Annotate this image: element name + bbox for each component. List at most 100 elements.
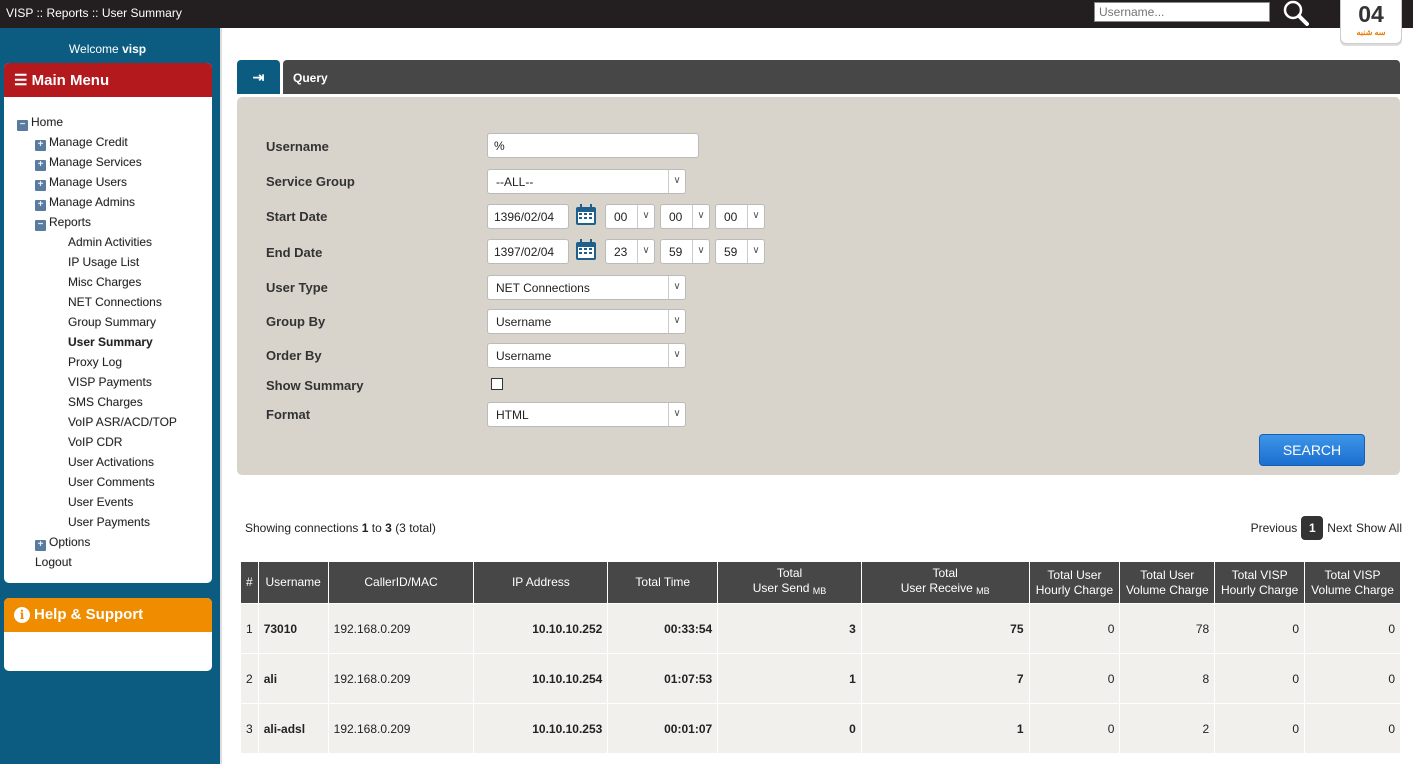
end-minute-value: 59 — [669, 245, 683, 259]
sidebar-item-group-summary[interactable]: Group Summary — [68, 315, 156, 329]
show-summary-checkbox[interactable] — [491, 378, 503, 390]
end-second-select[interactable]: 59 ∨ — [715, 239, 765, 264]
sidebar: Welcome visp ☰ Main Menu − Home + Manage Cr… — [0, 28, 220, 764]
sidebar-item-label: User Summary — [68, 335, 153, 349]
expand-icon[interactable]: + — [35, 140, 46, 151]
sidebar-item-visp-payments[interactable]: VISP Payments — [68, 375, 152, 389]
start-minute-select[interactable]: 00 ∨ — [660, 204, 710, 229]
table-cell: 0 — [1028, 653, 1121, 704]
calendar-icon[interactable] — [575, 204, 597, 226]
collapse-icon[interactable]: − — [35, 220, 46, 231]
column-header: # — [240, 561, 259, 604]
end-date-field[interactable]: 1397/02/04 — [487, 239, 569, 264]
table-cell: 01:07:53 — [607, 653, 719, 704]
sidebar-item-voip-cdr[interactable]: VoIP CDR — [68, 435, 122, 449]
show-all-link[interactable]: Show All — [1356, 521, 1402, 535]
sidebar-item-label: Manage Credit — [49, 135, 128, 149]
search-icon[interactable] — [1283, 0, 1309, 26]
column-header: Total User Hourly Charge — [1028, 561, 1121, 604]
chevron-down-icon: ∨ — [668, 310, 685, 333]
sidebar-item-label: Options — [49, 535, 91, 549]
format-select[interactable]: HTML ∨ — [487, 402, 686, 427]
sidebar-item-manage-services[interactable]: + Manage Services — [35, 155, 142, 171]
order-by-select[interactable]: Username ∨ — [487, 343, 686, 368]
sidebar-item-ip-usage-list[interactable]: IP Usage List — [68, 255, 139, 269]
query-title: Query — [293, 71, 328, 85]
expand-icon[interactable]: + — [35, 540, 46, 551]
sidebar-item-reports[interactable]: − Reports — [35, 215, 91, 231]
column-header-label: Total VISP Volume Charge — [1311, 567, 1394, 597]
sidebar-item-manage-admins[interactable]: + Manage Admins — [35, 195, 135, 211]
results-table: # Username CallerID/MAC IP Address Total Tim… — [240, 561, 1401, 754]
sidebar-item-logout[interactable]: Logout — [35, 555, 72, 569]
sidebar-item-manage-credit[interactable]: + Manage Credit — [35, 135, 128, 151]
start-hour-select[interactable]: 00 ∨ — [605, 204, 655, 229]
sidebar-item-voip-asr-acd-top[interactable]: VoIP ASR/ACD/TOP — [68, 415, 177, 429]
next-link[interactable]: Next — [1327, 521, 1352, 535]
sidebar-item-label: User Events — [68, 495, 134, 509]
sidebar-item-user-summary[interactable]: User Summary — [68, 335, 153, 349]
sidebar-item-home[interactable]: − Home — [17, 115, 63, 131]
calendar-widget: 04 سه شنبه — [1340, 0, 1402, 44]
search-button[interactable]: SEARCH — [1259, 434, 1365, 466]
column-header: Total Time — [607, 561, 719, 604]
column-header-label: IP Address — [511, 575, 570, 589]
previous-link[interactable]: Previous — [1251, 521, 1298, 535]
expand-icon[interactable]: + — [35, 180, 46, 191]
username-field[interactable]: % — [487, 133, 699, 158]
table-cell: 2 — [240, 653, 259, 704]
group-by-select[interactable]: Username ∨ — [487, 309, 686, 334]
sidebar-item-proxy-log[interactable]: Proxy Log — [68, 355, 122, 369]
table-cell: 00:33:54 — [607, 603, 719, 654]
sidebar-item-label: User Activations — [68, 455, 155, 469]
table-cell: 75 — [860, 603, 1030, 654]
sidebar-item-label: Proxy Log — [68, 355, 123, 369]
divider — [220, 28, 222, 764]
expand-icon[interactable]: + — [35, 200, 46, 211]
sidebar-item-options[interactable]: + Options — [35, 535, 90, 551]
username-label: Username — [266, 139, 329, 154]
end-hour-select[interactable]: 23 ∨ — [605, 239, 655, 264]
page-1-button[interactable]: 1 — [1301, 516, 1324, 540]
table-row[interactable]: 1 73010 192.168.0.209 10.10.10.252 00:33:54 3… — [240, 603, 1401, 654]
sidebar-item-label: Misc Charges — [68, 275, 142, 289]
table-cell: 1 — [717, 653, 862, 704]
sidebar-item-misc-charges[interactable]: Misc Charges — [68, 275, 141, 289]
service-group-select[interactable]: --ALL-- ∨ — [487, 169, 686, 194]
end-minute-select[interactable]: 59 ∨ — [660, 239, 710, 264]
user-type-select[interactable]: NET Connections ∨ — [487, 275, 686, 300]
sidebar-item-sms-charges[interactable]: SMS Charges — [68, 395, 143, 409]
order-by-value: Username — [496, 349, 552, 363]
start-second-select[interactable]: 00 ∨ — [715, 204, 765, 229]
group-by-value: Username — [496, 315, 552, 329]
calendar-icon[interactable] — [575, 239, 597, 261]
user-type-value: NET Connections — [496, 281, 590, 295]
expand-icon[interactable]: + — [35, 160, 46, 171]
table-cell: 0 — [1028, 603, 1121, 654]
showing-to-word: to — [371, 521, 382, 535]
chevron-down-icon: ∨ — [668, 403, 685, 426]
end-hour-value: 23 — [614, 245, 628, 259]
collapse-icon[interactable]: − — [17, 120, 28, 131]
sidebar-item-user-comments[interactable]: User Comments — [68, 475, 155, 489]
help-header[interactable]: i Help & Support — [4, 598, 212, 632]
username-search-input[interactable] — [1094, 2, 1270, 22]
end-second-value: 59 — [724, 245, 738, 259]
table-cell: 192.168.0.209 — [327, 603, 475, 654]
column-header-label: Total User Volume Charge — [1125, 567, 1209, 597]
sidebar-item-admin-activities[interactable]: Admin Activities — [68, 235, 152, 249]
table-cell: 3 — [717, 603, 862, 654]
start-date-field[interactable]: 1396/02/04 — [487, 204, 569, 229]
sidebar-item-user-payments[interactable]: User Payments — [68, 515, 150, 529]
sidebar-item-user-events[interactable]: User Events — [68, 495, 133, 509]
sidebar-item-label: User Payments — [68, 515, 151, 529]
table-cell: ali-adsl — [257, 703, 329, 754]
query-toggle-button[interactable]: ⇥ — [237, 60, 280, 94]
table-cell: 0 — [1214, 653, 1306, 704]
table-cell: 0 — [1214, 703, 1306, 754]
sidebar-item-user-activations[interactable]: User Activations — [68, 455, 154, 469]
sidebar-item-manage-users[interactable]: + Manage Users — [35, 175, 127, 191]
sidebar-item-net-connections[interactable]: NET Connections — [68, 295, 162, 309]
table-row[interactable]: 3 ali-adsl 192.168.0.209 10.10.10.253 00:01:… — [240, 703, 1401, 754]
table-row[interactable]: 2 ali 192.168.0.209 10.10.10.254 01:07:53 1 7 0… — [240, 653, 1401, 704]
